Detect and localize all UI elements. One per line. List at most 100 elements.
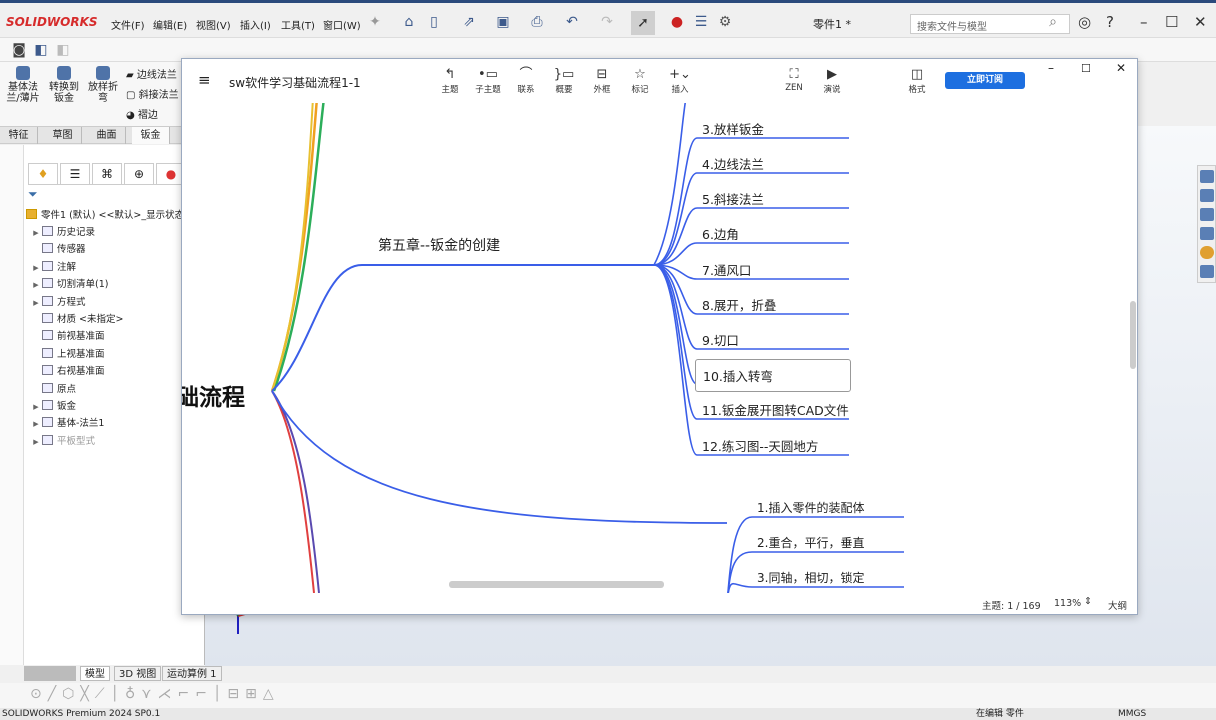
tab-model[interactable]: 模型 — [80, 666, 110, 681]
topic-item[interactable]: 6.边角 — [702, 224, 739, 243]
home-icon[interactable]: ⌂ — [400, 13, 418, 31]
tool-0[interactable]: ↰ 主题 — [432, 67, 468, 95]
display2-icon[interactable]: ◧ — [54, 41, 72, 59]
tree-item[interactable]: ▶ 平板型式 — [30, 433, 95, 447]
topic-item[interactable]: 11.钣金展开图转CAD文件 — [702, 400, 849, 419]
maximize-button[interactable]: ☐ — [1165, 13, 1178, 31]
tool-right-2[interactable]: ◫ 格式 — [899, 67, 935, 95]
tab-features[interactable]: 特征 — [0, 127, 38, 144]
user-icon[interactable]: ◎ — [1078, 13, 1091, 31]
lofted-bend-button[interactable]: 放样折弯 — [84, 66, 122, 104]
tree-item[interactable]: ▶ 注解 — [30, 259, 76, 273]
expand-arrow-icon[interactable]: ▶ — [30, 299, 42, 307]
topic-item[interactable]: 10.插入转弯 — [695, 359, 851, 392]
close-button[interactable]: ✕ — [1194, 13, 1207, 31]
menu-tools[interactable]: 工具(T) — [281, 17, 315, 32]
options-gear-icon[interactable]: ⚙ — [716, 13, 734, 31]
tree-item[interactable]: 传感器 — [30, 241, 86, 255]
config-manager-tab[interactable]: ⌘ — [92, 163, 122, 185]
tool-2[interactable]: ⌒ 联系 — [508, 67, 544, 95]
pin-icon[interactable]: ✦ — [366, 13, 384, 31]
tree-item[interactable]: 材质 <未指定> — [30, 311, 123, 325]
menu-file[interactable]: 文件(F) — [111, 17, 145, 32]
display-icon[interactable]: ◧ — [32, 41, 50, 59]
open-icon[interactable]: ⇗ — [460, 13, 478, 31]
help-icon[interactable]: ? — [1106, 13, 1114, 31]
sketch-tools-icons[interactable]: ⊙╱⬡╳⟋│♁⋎⋌⌐⌐│⊟⊞△ — [30, 686, 280, 702]
tree-item[interactable]: ▶ 钣金 — [30, 398, 76, 412]
tree-item[interactable]: 右视基准面 — [30, 363, 105, 377]
menu-view[interactable]: 视图(V) — [196, 17, 231, 32]
undo-icon[interactable]: ↶ — [563, 13, 581, 31]
menu-insert[interactable]: 插入(I) — [240, 17, 271, 32]
expand-arrow-icon[interactable]: ▶ — [30, 281, 42, 289]
menu-window[interactable]: 窗口(W) — [323, 17, 361, 32]
topic-item[interactable]: 4.边线法兰 — [702, 154, 764, 173]
save-icon[interactable]: ▣ — [494, 13, 512, 31]
tree-item[interactable]: 前视基准面 — [30, 328, 105, 342]
tree-root[interactable]: 零件1 (默认) <<默认>_显示状态 — [26, 207, 184, 221]
expand-arrow-icon[interactable]: ▶ — [30, 438, 42, 446]
topic-item[interactable]: 7.通风口 — [702, 260, 751, 279]
units-selector[interactable]: MMGS — [1118, 708, 1146, 720]
feature-manager-tab[interactable]: ♦ — [28, 163, 58, 185]
expand-arrow-icon[interactable]: ▶ — [30, 229, 42, 237]
chapter-topic[interactable]: 第五章--钣金的创建 — [378, 235, 500, 255]
appearances-icon[interactable] — [1200, 246, 1214, 259]
expand-arrow-icon[interactable]: ▶ — [30, 264, 42, 272]
minimize-button[interactable]: – — [1140, 13, 1148, 31]
tab-scroll-buttons[interactable] — [24, 666, 76, 681]
topic-item[interactable]: 1.插入零件的装配体 — [757, 499, 864, 516]
tree-item[interactable]: 上视基准面 — [30, 346, 105, 360]
tool-4[interactable]: ⊟ 外框 — [584, 67, 620, 95]
tab-motion-study[interactable]: 运动算例 1 — [162, 666, 222, 681]
topic-item[interactable]: 9.切口 — [702, 330, 739, 349]
topic-item[interactable]: 3.放样钣金 — [702, 119, 764, 138]
minimize-button[interactable]: – — [1048, 61, 1054, 75]
file-explorer-icon[interactable] — [1200, 208, 1214, 221]
camera-icon[interactable]: ◙ — [10, 41, 28, 59]
base-flange-button[interactable]: 基体法兰/薄片 — [4, 66, 42, 104]
print-icon[interactable]: ⎙ — [528, 13, 546, 31]
file-properties-icon[interactable]: ☰ — [692, 13, 710, 31]
search-icon[interactable]: ⌕ — [1044, 13, 1062, 31]
topic-item[interactable]: 12.练习图--天圆地方 — [702, 436, 818, 455]
tab-sheetmetal[interactable]: 钣金 — [132, 127, 170, 144]
hamburger-menu-icon[interactable]: ≡ — [198, 71, 211, 89]
view-palette-icon[interactable] — [1200, 227, 1214, 240]
custom-properties-icon[interactable] — [1200, 265, 1214, 278]
dimxpert-tab[interactable]: ⊕ — [124, 163, 154, 185]
close-button[interactable]: ✕ — [1116, 61, 1126, 75]
zoom-stepper-icon[interactable]: ⇕ — [1084, 596, 1092, 607]
filter-icon[interactable]: ⏷ — [28, 187, 38, 202]
select-cursor-icon[interactable]: ➚ — [631, 11, 655, 35]
hem-button[interactable]: ◕ 褶边 — [126, 106, 158, 121]
convert-to-sheetmetal-button[interactable]: 转换到钣金 — [45, 66, 83, 104]
new-file-icon[interactable]: ▯ — [425, 13, 443, 31]
mindmap-canvas[interactable]: 础流程 第五章--钣金的创建 3.放样钣金 4.边线法兰 5.斜接法兰 6.边角 7.通… — [182, 103, 1137, 593]
topic-item[interactable]: 3.同轴，相切，锁定 — [757, 569, 864, 586]
miter-flange-button[interactable]: ▢ 斜接法兰 — [126, 86, 179, 101]
tab-sketch[interactable]: 草图 — [44, 127, 82, 144]
topic-item[interactable]: 8.展开，折叠 — [702, 295, 776, 314]
tool-5[interactable]: ☆ 标记 — [622, 67, 658, 95]
edge-flange-button[interactable]: ▰ 边线法兰 — [126, 66, 177, 81]
menu-edit[interactable]: 编辑(E) — [153, 17, 187, 32]
tree-item[interactable]: ▶ 方程式 — [30, 294, 86, 308]
rebuild-icon[interactable]: ● — [668, 13, 686, 31]
expand-arrow-icon[interactable]: ▶ — [30, 420, 42, 428]
topic-item[interactable]: 2.重合，平行，垂直 — [757, 534, 864, 551]
tab-surface[interactable]: 曲面 — [88, 127, 126, 144]
expand-arrow-icon[interactable]: ▶ — [30, 403, 42, 411]
tool-right-1[interactable]: ▶ 演说 — [814, 67, 850, 95]
vertical-scrollbar[interactable] — [1130, 301, 1136, 369]
home-icon[interactable] — [1200, 170, 1214, 183]
outline-button[interactable]: 大纲 — [1108, 598, 1127, 612]
topic-item[interactable]: 5.斜接法兰 — [702, 189, 764, 208]
tree-item[interactable]: ▶ 历史记录 — [30, 224, 95, 238]
tree-item[interactable]: ▶ 切割清单(1) — [30, 276, 108, 290]
root-topic[interactable]: 础流程 — [182, 378, 245, 412]
tree-item[interactable]: ▶ 基体-法兰1 — [30, 415, 104, 429]
tool-1[interactable]: •▭ 子主题 — [470, 67, 506, 95]
zoom-level[interactable]: 113% — [1054, 598, 1081, 609]
